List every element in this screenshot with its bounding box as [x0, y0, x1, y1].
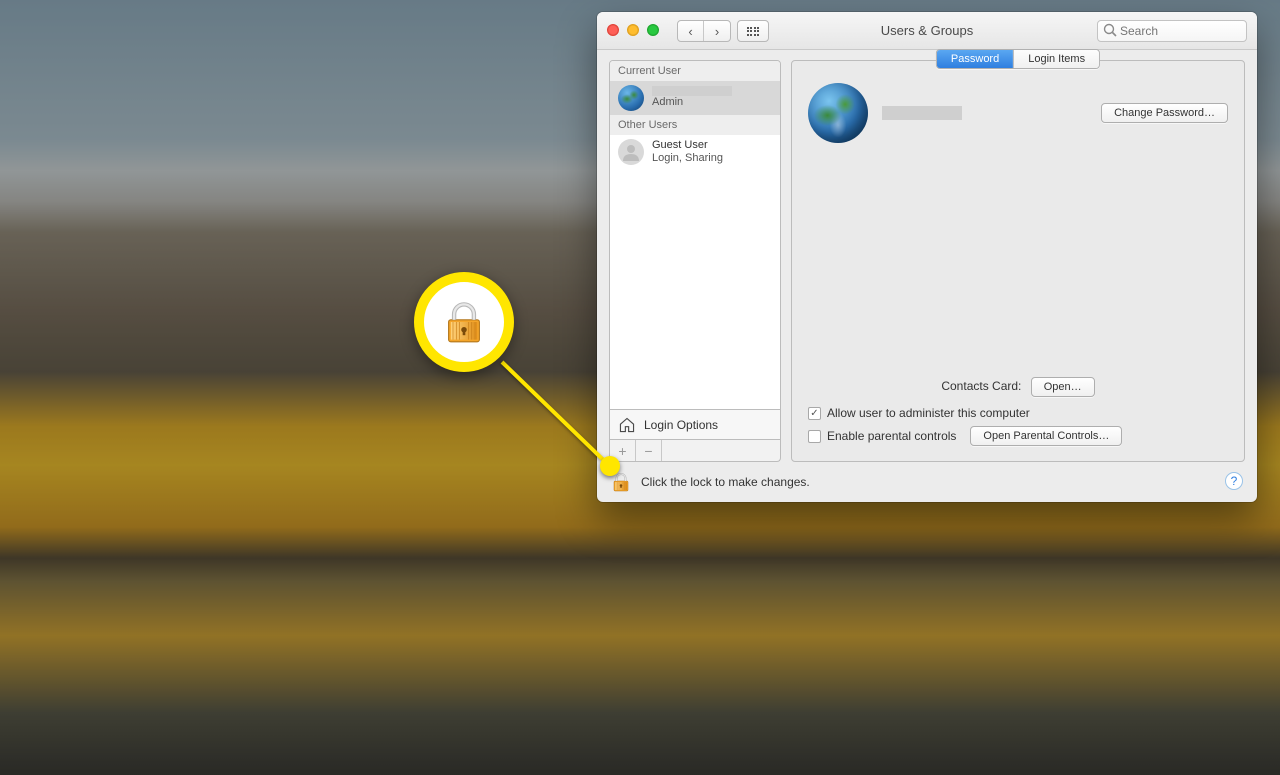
- add-remove-bar: + −: [609, 440, 781, 462]
- lock-bar: Click the lock to make changes. ?: [597, 462, 1257, 502]
- current-user-header: Current User: [610, 61, 780, 81]
- silhouette-avatar-icon: [618, 139, 644, 165]
- help-button[interactable]: ?: [1225, 472, 1243, 490]
- guest-user-row[interactable]: Guest User Login, Sharing: [610, 135, 780, 169]
- current-user-role: Admin: [652, 96, 732, 109]
- window-body: Current User Admin Other Users: [597, 50, 1257, 502]
- other-users-header: Other Users: [610, 115, 780, 135]
- lock-hint-text: Click the lock to make changes.: [641, 475, 810, 489]
- globe-avatar-icon: [618, 85, 644, 111]
- search-input[interactable]: [1097, 20, 1247, 42]
- admin-checkbox-row: Allow user to administer this computer: [808, 403, 1228, 423]
- current-user-row[interactable]: Admin: [610, 81, 780, 115]
- home-icon: [618, 416, 636, 434]
- user-sidebar: Current User Admin Other Users: [609, 60, 781, 462]
- login-options-row[interactable]: Login Options: [609, 410, 781, 440]
- detail-panel: Password Login Items Change Password… Co…: [791, 60, 1245, 462]
- full-name-redacted: [882, 106, 962, 120]
- tab-password[interactable]: Password: [937, 50, 1013, 68]
- parental-checkbox[interactable]: [808, 430, 821, 443]
- profile-row: Change Password…: [808, 83, 1228, 143]
- open-contacts-button[interactable]: Open…: [1031, 377, 1095, 397]
- current-user-name-redacted: [652, 86, 732, 96]
- lock-icon: [442, 300, 486, 344]
- user-picture[interactable]: [808, 83, 868, 143]
- contacts-card-label: Contacts Card:: [941, 379, 1021, 393]
- user-list: Current User Admin Other Users: [609, 60, 781, 410]
- login-options-label: Login Options: [644, 418, 718, 432]
- users-and-groups-window: ‹ › Users & Groups Current User: [597, 12, 1257, 502]
- remove-user-button[interactable]: −: [636, 440, 662, 461]
- tab-login-items[interactable]: Login Items: [1013, 50, 1099, 68]
- admin-checkbox[interactable]: [808, 407, 821, 420]
- detail-tabs: Password Login Items: [936, 49, 1100, 69]
- titlebar: ‹ › Users & Groups: [597, 12, 1257, 50]
- admin-checkbox-label: Allow user to administer this computer: [827, 406, 1030, 420]
- change-password-button[interactable]: Change Password…: [1101, 103, 1228, 123]
- guest-user-name: Guest User: [652, 139, 723, 152]
- parental-checkbox-row: Enable parental controls Open Parental C…: [808, 423, 1228, 449]
- search-field-wrap: [1097, 20, 1247, 42]
- search-icon: [1103, 23, 1117, 37]
- open-parental-controls-button[interactable]: Open Parental Controls…: [970, 426, 1122, 446]
- contacts-card-row: Contacts Card: Open…: [808, 371, 1228, 403]
- guest-user-sub: Login, Sharing: [652, 152, 723, 165]
- callout-highlight-ring: [414, 272, 514, 372]
- callout-endpoint-dot: [600, 456, 620, 476]
- parental-checkbox-label: Enable parental controls: [827, 429, 956, 443]
